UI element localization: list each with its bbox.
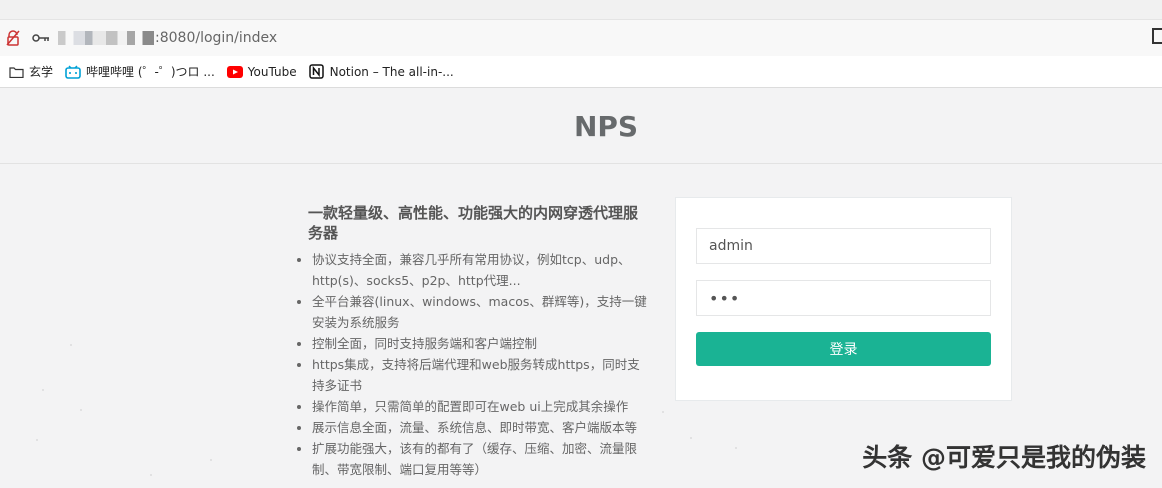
folder-icon xyxy=(8,64,24,80)
tab-strip xyxy=(0,0,1162,20)
background-particle xyxy=(210,459,212,461)
nps-login-page: NPS 一款轻量级、高性能、功能强大的内网穿透代理服务器 协议支持全面，兼容几乎… xyxy=(0,89,1162,488)
feature-list: 协议支持全面，兼容几乎所有常用协议，例如tcp、udp、http(s)、sock… xyxy=(300,249,650,480)
background-particle xyxy=(690,437,692,439)
password-input[interactable]: ••• xyxy=(696,280,991,316)
url-field[interactable]: :8080/login/index xyxy=(58,30,277,46)
youtube-icon xyxy=(226,64,243,80)
background-particle xyxy=(36,439,38,441)
background-particle xyxy=(80,409,82,411)
login-card: admin ••• 登录 xyxy=(675,197,1012,401)
bookmark-folder-xuanxue[interactable]: 玄学 xyxy=(8,63,53,80)
background-particle xyxy=(70,344,72,346)
background-particle xyxy=(150,474,152,476)
feature-item: 扩展功能强大，该有的都有了（缓存、压缩、加密、流量限制、带宽限制、端口复用等等） xyxy=(312,438,650,480)
login-button[interactable]: 登录 xyxy=(696,332,991,366)
username-input[interactable]: admin xyxy=(696,228,991,264)
feature-item: 操作简单，只需简单的配置即可在web ui上完成其余操作 xyxy=(312,396,650,417)
feature-item: 协议支持全面，兼容几乎所有常用协议，例如tcp、udp、http(s)、sock… xyxy=(312,249,650,291)
background-particle xyxy=(42,389,44,391)
url-text: :8080/login/index xyxy=(155,30,278,46)
intro-panel: 一款轻量级、高性能、功能强大的内网穿透代理服务器 协议支持全面，兼容几乎所有常用… xyxy=(300,203,650,480)
bookmark-youtube[interactable]: YouTube xyxy=(226,64,297,80)
background-particle xyxy=(662,411,664,413)
feature-item: 控制全面，同时支持服务端和客户端控制 xyxy=(312,333,650,354)
address-bar: :8080/login/index xyxy=(0,20,1162,56)
page-action-icon[interactable] xyxy=(1152,28,1162,44)
username-value: admin xyxy=(709,238,753,254)
brand-title: NPS xyxy=(573,109,639,143)
bookmark-label: 哔哩哔哩 (゜-゜)つロ ... xyxy=(86,65,215,79)
notion-icon xyxy=(309,64,325,80)
bookmark-label: 玄学 xyxy=(29,65,54,79)
bilibili-icon xyxy=(65,64,81,80)
bookmark-bilibili[interactable]: 哔哩哔哩 (゜-゜)つロ ... xyxy=(65,63,215,80)
not-secure-icon[interactable] xyxy=(2,27,24,49)
bookmarks-bar: 玄学 哔哩哔哩 (゜-゜)つロ ... YouTube Notion – The… xyxy=(0,56,1162,88)
feature-item: 展示信息全面，流量、系统信息、即时带宽、客户端版本等 xyxy=(312,417,650,438)
background-particle xyxy=(735,447,737,449)
bookmark-label: Notion – The all-in-... xyxy=(329,64,454,79)
watermark-text: 头条 @可爱只是我的伪装 xyxy=(862,443,1146,472)
intro-title: 一款轻量级、高性能、功能强大的内网穿透代理服务器 xyxy=(308,204,639,242)
feature-item: https集成，支持将后端代理和web服务转成https，同时支持多证书 xyxy=(312,354,650,396)
feature-item: 全平台兼容(linux、windows、macos、群辉等)，支持一键安装为系统… xyxy=(312,291,650,333)
page-header: NPS xyxy=(0,89,1162,164)
bookmark-notion[interactable]: Notion – The all-in-... xyxy=(309,64,454,80)
redacted-host xyxy=(58,31,154,45)
bookmark-label: YouTube xyxy=(247,64,297,79)
password-value: ••• xyxy=(709,288,741,308)
login-button-label: 登录 xyxy=(829,342,858,358)
key-icon[interactable] xyxy=(30,27,52,49)
